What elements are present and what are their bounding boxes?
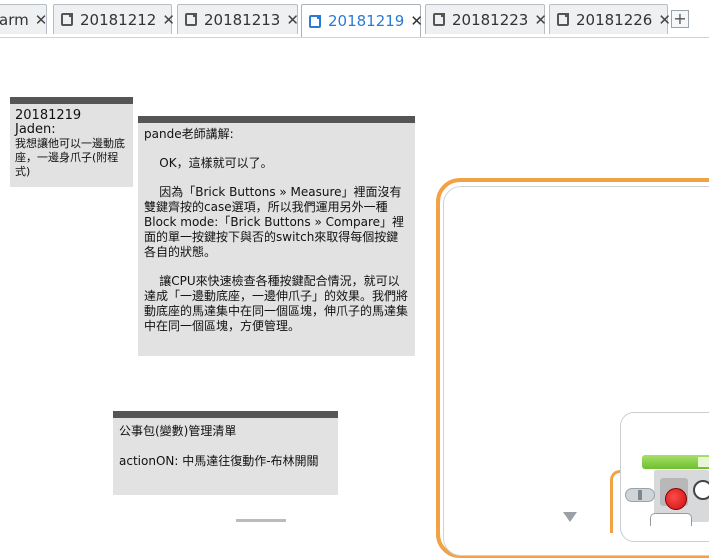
- document-tab-icon: [61, 13, 73, 26]
- tab-arm[interactable]: arm ✕: [0, 4, 47, 34]
- close-icon[interactable]: ✕: [658, 11, 671, 29]
- comment-text: 我想讓他可以一邊動底座，一邊身爪子(附程式): [15, 137, 125, 178]
- add-tab-button[interactable]: +: [671, 10, 689, 28]
- close-icon[interactable]: ✕: [35, 11, 48, 29]
- comment-paragraph: actionON: 中馬達往復動作-布林開關: [119, 454, 319, 468]
- comment-date: 20181219: [15, 108, 82, 123]
- close-icon[interactable]: ✕: [162, 11, 175, 29]
- comment-heading: 公事包(變數)管理清單: [119, 424, 237, 438]
- comment-box-teacher[interactable]: pande老師講解: OK，這樣就可以了。 因為「Brick Buttons »…: [138, 116, 415, 356]
- tab-label: 20181219: [328, 12, 405, 30]
- comment-paragraph: OK，這樣就可以了。: [144, 156, 273, 170]
- document-tab-icon: [309, 14, 321, 28]
- tab-20181219[interactable]: 20181219 ✕: [301, 4, 423, 37]
- tab-20181213[interactable]: 20181213 ✕: [177, 4, 299, 34]
- close-icon[interactable]: ✕: [534, 11, 547, 29]
- switch-block-header[interactable]: [642, 455, 709, 469]
- plus-icon: +: [673, 9, 687, 28]
- nested-block-top[interactable]: [650, 513, 692, 526]
- gauge-icon: [693, 480, 709, 500]
- close-icon[interactable]: ✕: [410, 12, 423, 30]
- tab-label: 20181223: [452, 10, 529, 29]
- comment-box-variables[interactable]: 公事包(變數)管理清單 actionON: 中馬達往復動作-布林開關: [113, 411, 338, 495]
- tab-20181212[interactable]: 20181212 ✕: [53, 4, 175, 34]
- comment-author: Jaden:: [15, 122, 56, 137]
- document-tab-icon: [557, 13, 569, 26]
- sequence-connector[interactable]: [625, 488, 655, 502]
- tab-20181226[interactable]: 20181226 ✕: [549, 4, 671, 34]
- comment-box-jaden[interactable]: 20181219 Jaden: 我想讓他可以一邊動底座，一邊身爪子(附程式): [10, 97, 133, 187]
- document-tab-icon: [433, 13, 445, 26]
- tab-bar: arm ✕ 20181212 ✕ 20181213 ✕ 20181219 ✕ 2…: [0, 0, 709, 38]
- tab-20181223[interactable]: 20181223 ✕: [425, 4, 547, 34]
- tab-label: arm: [0, 10, 29, 29]
- comment-paragraph: 因為「Brick Buttons » Measure」裡面沒有雙鍵齊按的case…: [144, 185, 405, 259]
- comment-heading: pande老師講解:: [144, 127, 234, 141]
- tab-label: 20181212: [80, 10, 157, 29]
- comment-paragraph: 讓CPU來快速檢查各種按鍵配合情況，就可以達成「一邊動底座，一邊伸爪子」的效果。…: [144, 274, 409, 333]
- document-tab-icon: [185, 13, 197, 26]
- close-icon[interactable]: ✕: [286, 11, 299, 29]
- tab-label: 20181213: [204, 10, 281, 29]
- tab-label: 20181226: [576, 10, 653, 29]
- scroll-down-icon[interactable]: [563, 512, 577, 522]
- brick-button-red-icon: [665, 488, 687, 510]
